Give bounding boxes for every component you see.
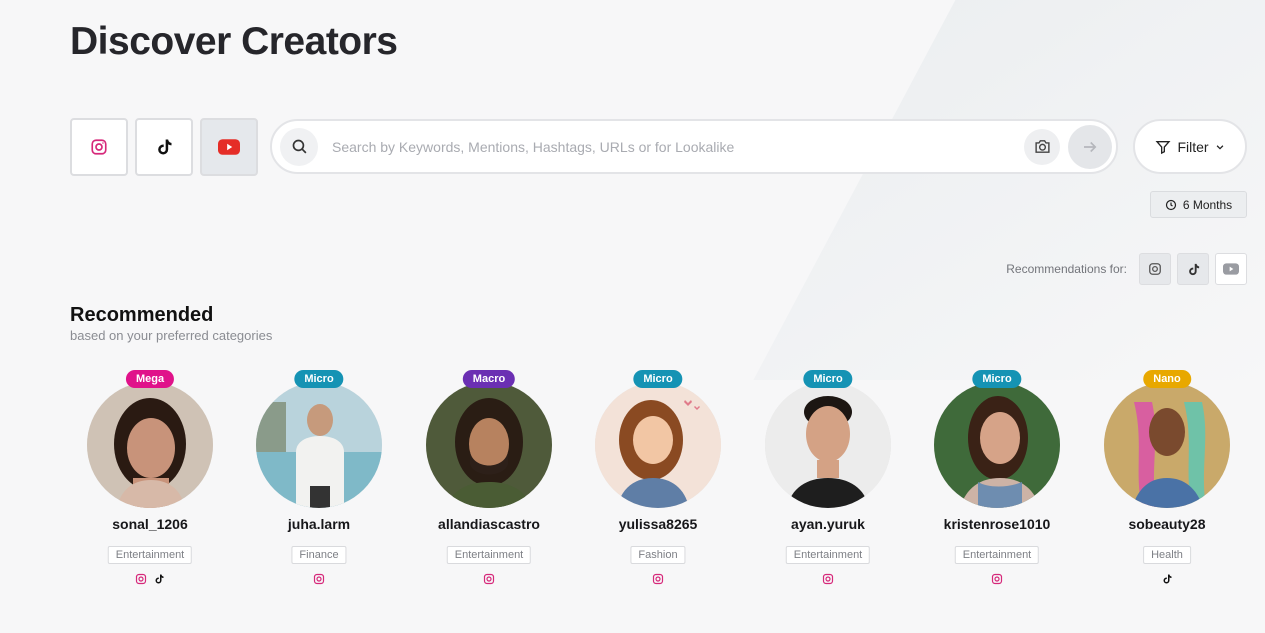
page-title: Discover Creators <box>70 20 398 63</box>
platform-tabs <box>70 118 258 176</box>
instagram-icon <box>91 139 107 155</box>
creator-username[interactable]: yulissa8265 <box>588 516 728 532</box>
reco-tab-instagram[interactable] <box>1139 253 1171 285</box>
search-icon <box>292 139 306 154</box>
creator-platforms <box>758 573 898 585</box>
creator-platforms <box>419 573 559 585</box>
instagram-icon[interactable] <box>135 573 147 585</box>
creator-username[interactable]: sonal_1206 <box>80 516 220 532</box>
recommendations-for: Recommendations for: <box>1006 253 1247 285</box>
creator-platforms <box>80 573 220 585</box>
clock-icon <box>1165 199 1176 210</box>
tiktok-icon <box>1188 263 1199 275</box>
avatar <box>426 382 552 508</box>
tiktok-icon[interactable] <box>153 573 165 585</box>
creator-username[interactable]: sobeauty28 <box>1097 516 1237 532</box>
creator-list: Mega sonal_1206 Entertainment Micro juha… <box>80 370 1250 600</box>
instagram-icon[interactable] <box>652 573 664 585</box>
creator-platforms <box>927 573 1067 585</box>
tier-badge: Macro <box>462 370 516 388</box>
instagram-icon[interactable] <box>991 573 1003 585</box>
filter-label: Filter <box>1177 138 1209 155</box>
creator-username[interactable]: allandiascastro <box>419 516 559 532</box>
search-submit-button[interactable] <box>1068 124 1112 169</box>
tiktok-icon <box>158 139 172 155</box>
camera-icon <box>1034 140 1050 153</box>
tier-badge: Micro <box>803 370 853 388</box>
tier-badge: Micro <box>633 370 683 388</box>
platform-tab-tiktok[interactable] <box>135 118 193 176</box>
time-range-label: 6 Months <box>1182 197 1233 212</box>
youtube-icon <box>1223 263 1239 275</box>
platform-tab-instagram[interactable] <box>70 118 128 176</box>
filter-button[interactable]: Filter <box>1133 119 1247 174</box>
tier-badge: Micro <box>294 370 344 388</box>
avatar <box>934 382 1060 508</box>
search-bar <box>270 119 1118 174</box>
category-tag: Entertainment <box>107 546 193 564</box>
creator-username[interactable]: kristenrose1010 <box>927 516 1067 532</box>
instagram-icon[interactable] <box>313 573 325 585</box>
search-input[interactable] <box>332 131 1024 162</box>
recommended-subtitle: based on your preferred categories <box>70 328 273 343</box>
platform-tab-youtube[interactable] <box>200 118 258 176</box>
category-tag: Entertainment <box>785 546 871 564</box>
avatar <box>595 382 721 508</box>
avatar <box>87 382 213 508</box>
category-tag: Health <box>1143 546 1191 564</box>
reco-tab-youtube[interactable] <box>1215 253 1247 285</box>
time-range-button[interactable]: 6 Months <box>1150 191 1247 218</box>
creator-username[interactable]: ayan.yuruk <box>758 516 898 532</box>
instagram-icon[interactable] <box>822 573 834 585</box>
creator-platforms <box>249 573 389 585</box>
recommended-title: Recommended <box>70 304 214 326</box>
tiktok-icon[interactable] <box>1161 573 1173 585</box>
search-button[interactable] <box>280 127 318 166</box>
tier-badge: Micro <box>972 370 1022 388</box>
background-shape <box>753 0 1265 380</box>
instagram-icon <box>1149 263 1161 275</box>
creator-platforms <box>1097 573 1237 585</box>
avatar <box>256 382 382 508</box>
category-tag: Finance <box>291 546 347 564</box>
instagram-icon[interactable] <box>483 573 495 585</box>
recommendations-for-label: Recommendations for: <box>1006 262 1127 276</box>
avatar <box>765 382 891 508</box>
avatar <box>1104 382 1230 508</box>
chevron-down-icon <box>1216 144 1223 150</box>
category-tag: Entertainment <box>954 546 1040 564</box>
image-search-button[interactable] <box>1024 128 1060 165</box>
youtube-icon <box>218 139 240 155</box>
reco-tab-tiktok[interactable] <box>1177 253 1209 285</box>
category-tag: Entertainment <box>446 546 532 564</box>
filter-icon <box>1155 140 1171 154</box>
category-tag: Fashion <box>630 546 686 564</box>
tier-badge: Nano <box>1143 370 1191 388</box>
tier-badge: Mega <box>125 370 175 388</box>
creator-platforms <box>588 573 728 585</box>
creator-username[interactable]: juha.larm <box>249 516 389 532</box>
arrow-right-icon <box>1084 141 1097 152</box>
